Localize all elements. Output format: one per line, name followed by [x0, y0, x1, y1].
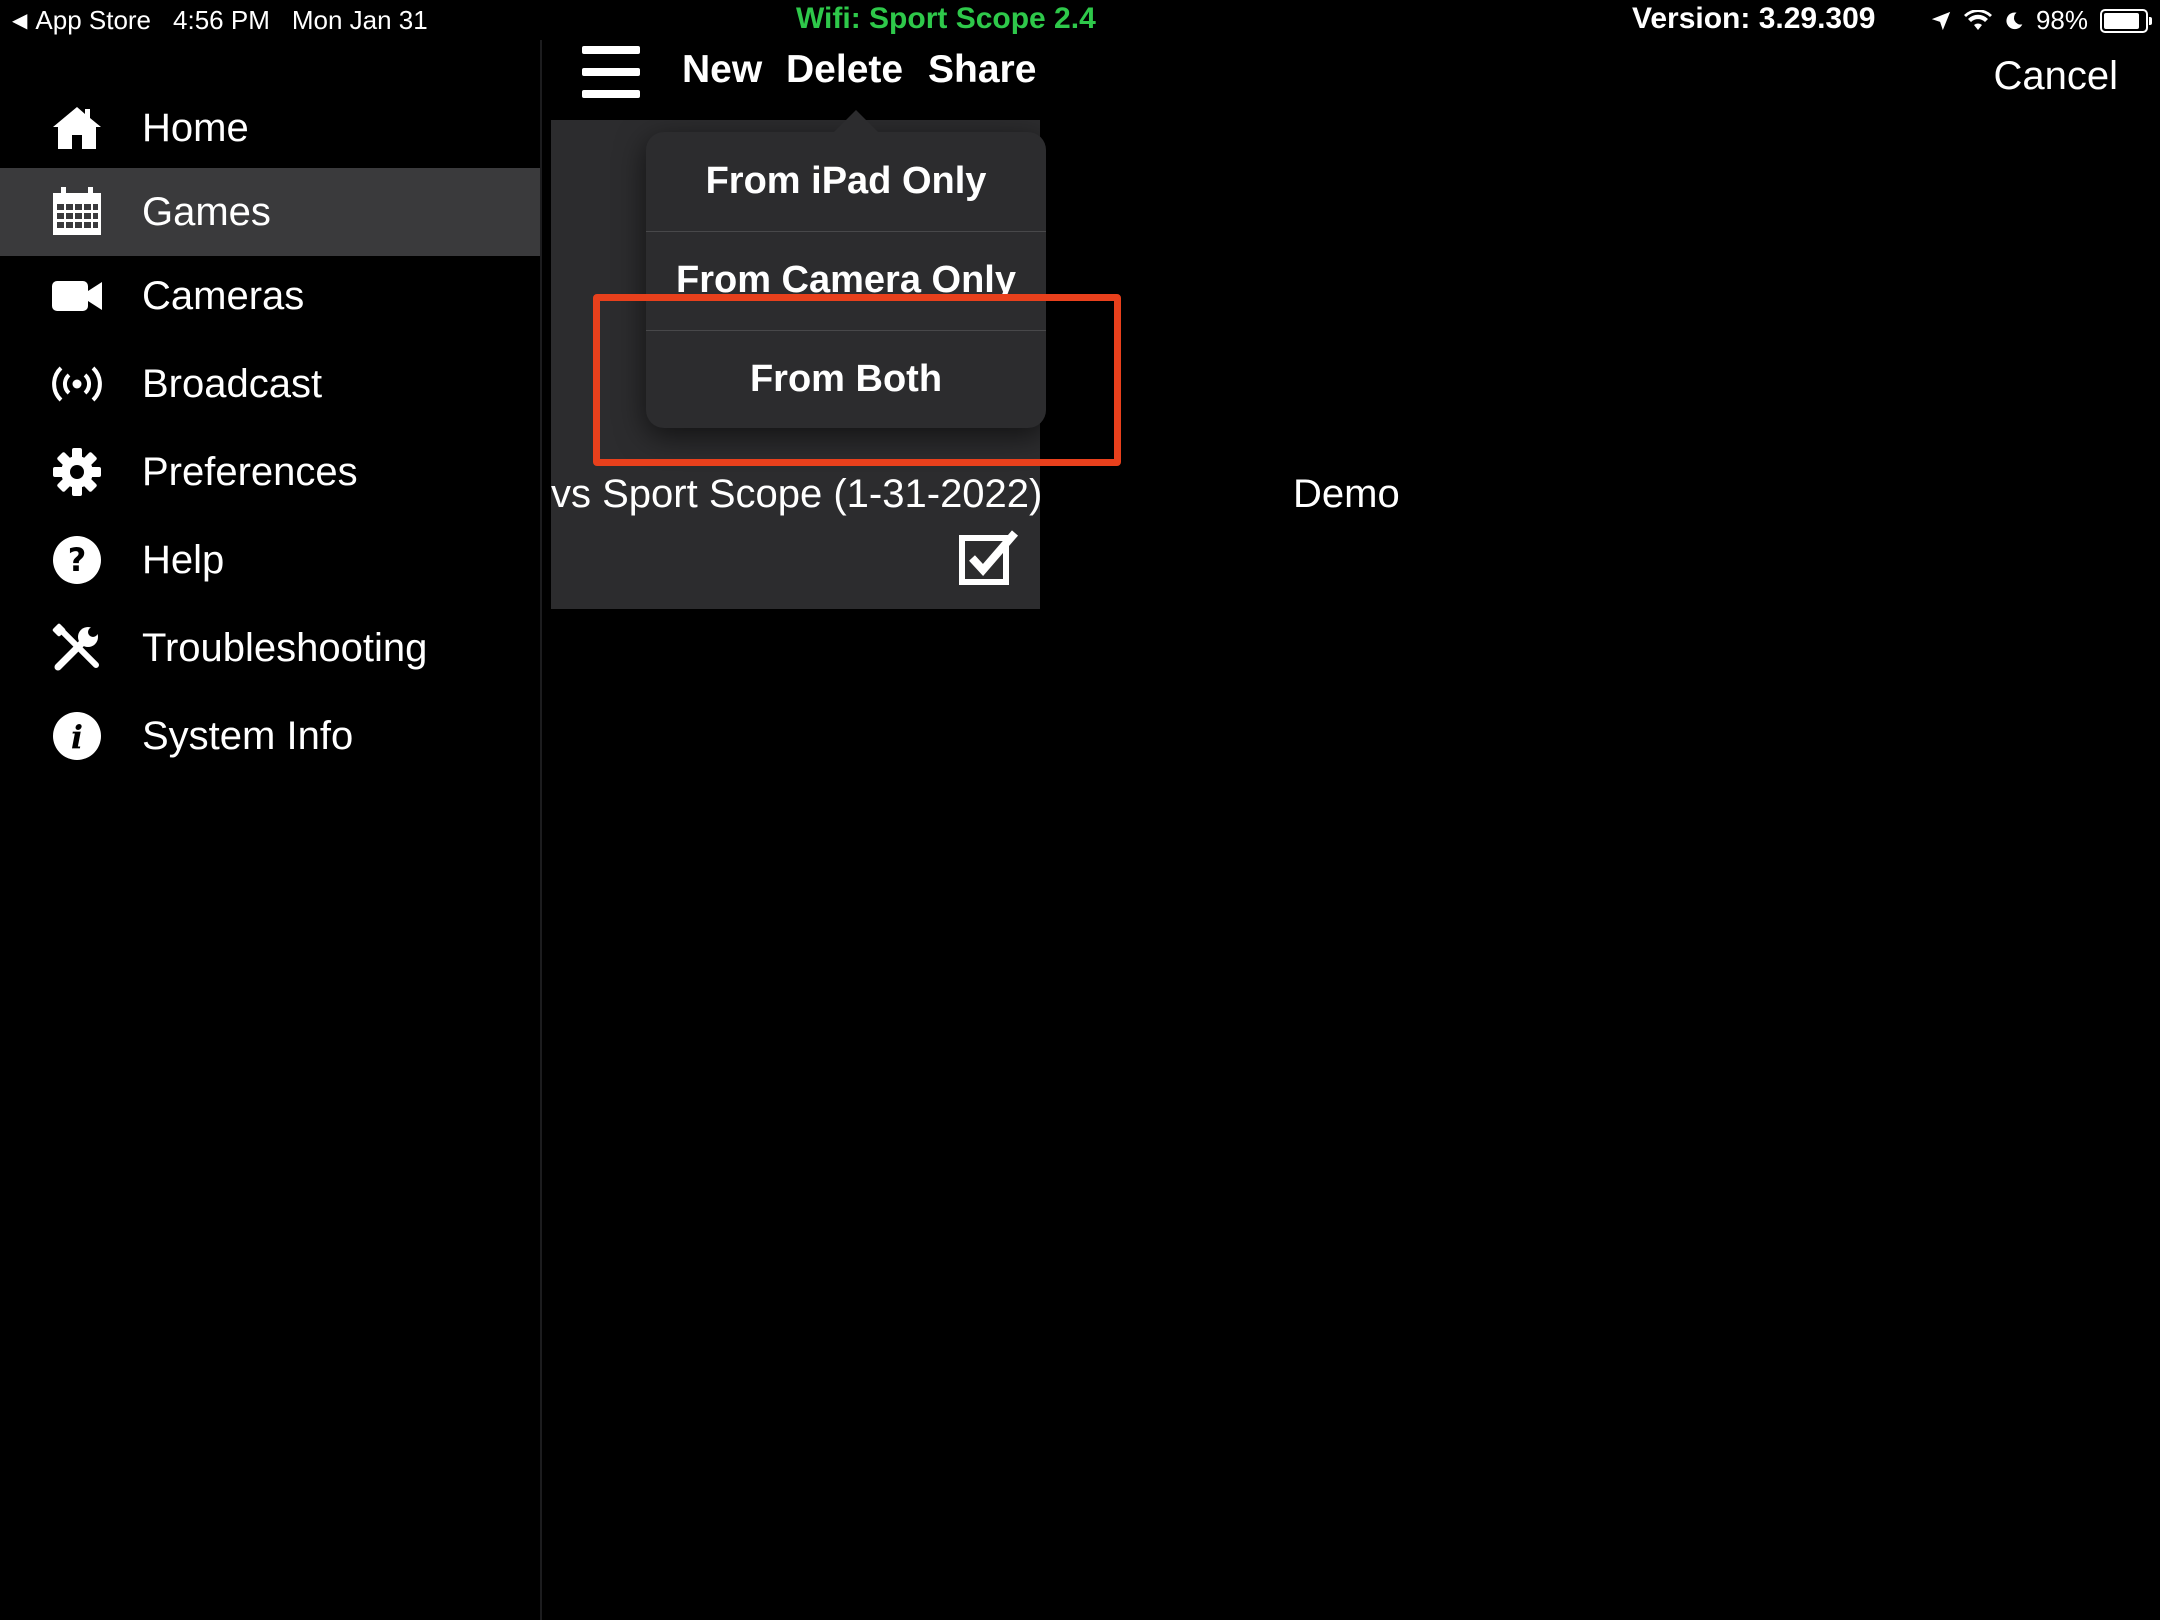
tools-icon — [52, 623, 102, 673]
sidebar-item-label: Help — [142, 537, 225, 582]
highlight-annotation — [593, 294, 1121, 466]
sidebar-item-label: Preferences — [142, 449, 358, 494]
sidebar-item-label: Troubleshooting — [142, 625, 428, 670]
new-button[interactable]: New — [682, 48, 762, 92]
version-label: Version: 3.29.309 — [1632, 2, 1876, 35]
video-camera-icon — [52, 271, 102, 321]
info-icon: i — [52, 711, 102, 761]
broadcast-icon — [52, 359, 102, 409]
back-arrow-icon[interactable]: ◀ — [12, 8, 27, 33]
question-icon: ? — [52, 535, 102, 585]
menu-icon[interactable] — [582, 46, 640, 98]
home-icon — [52, 103, 102, 153]
game-title: vs Sport Scope (1-31-2022) — [551, 472, 1043, 516]
sidebar-item-help[interactable]: ? Help — [0, 516, 540, 604]
wifi-icon — [1963, 9, 1992, 30]
sidebar-item-label: System Info — [142, 713, 354, 758]
sidebar-item-label: Cameras — [142, 273, 305, 318]
calendar-icon — [52, 187, 102, 237]
svg-text:?: ? — [68, 541, 87, 579]
cancel-button[interactable]: Cancel — [1993, 54, 2118, 99]
share-button[interactable]: Share — [928, 48, 1036, 92]
popover-arrow — [832, 110, 880, 134]
sidebar-item-system-info[interactable]: i System Info — [0, 692, 540, 780]
sidebar-item-label: Broadcast — [142, 361, 323, 406]
checkbox-checked-icon[interactable] — [959, 529, 1019, 585]
sidebar-item-preferences[interactable]: Preferences — [0, 428, 540, 516]
wifi-status: Wifi: Sport Scope 2.4 — [796, 2, 1096, 35]
sidebar-item-home[interactable]: Home — [0, 84, 540, 172]
game-demo-label: Demo — [1293, 472, 1400, 516]
status-bar: ◀ App Store 4:56 PM Mon Jan 31 Wifi: Spo… — [0, 0, 2160, 40]
sidebar-item-games[interactable]: Games — [0, 168, 540, 256]
battery-percent: 98% — [2035, 5, 2088, 35]
status-date: Mon Jan 31 — [291, 5, 428, 35]
sidebar-item-label: Games — [142, 189, 271, 234]
sidebar-item-troubleshooting[interactable]: Troubleshooting — [0, 604, 540, 692]
delete-from-ipad-option[interactable]: From iPad Only — [646, 132, 1046, 231]
status-time: 4:56 PM — [173, 5, 270, 35]
delete-button[interactable]: Delete — [786, 48, 903, 92]
svg-text:i: i — [71, 718, 83, 756]
sidebar: Home Games Cameras Broadcast Preferences… — [0, 40, 542, 1620]
main-content: New Delete Share Cancel vs Sport Scope (… — [542, 40, 2160, 1620]
sidebar-item-cameras[interactable]: Cameras — [0, 252, 540, 340]
location-icon — [1931, 11, 1951, 30]
sidebar-item-broadcast[interactable]: Broadcast — [0, 340, 540, 428]
back-app-link[interactable]: App Store — [35, 5, 151, 36]
battery-icon — [2100, 8, 2152, 33]
gear-icon — [52, 447, 102, 497]
moon-icon — [2006, 11, 2023, 29]
sidebar-item-label: Home — [142, 105, 249, 150]
